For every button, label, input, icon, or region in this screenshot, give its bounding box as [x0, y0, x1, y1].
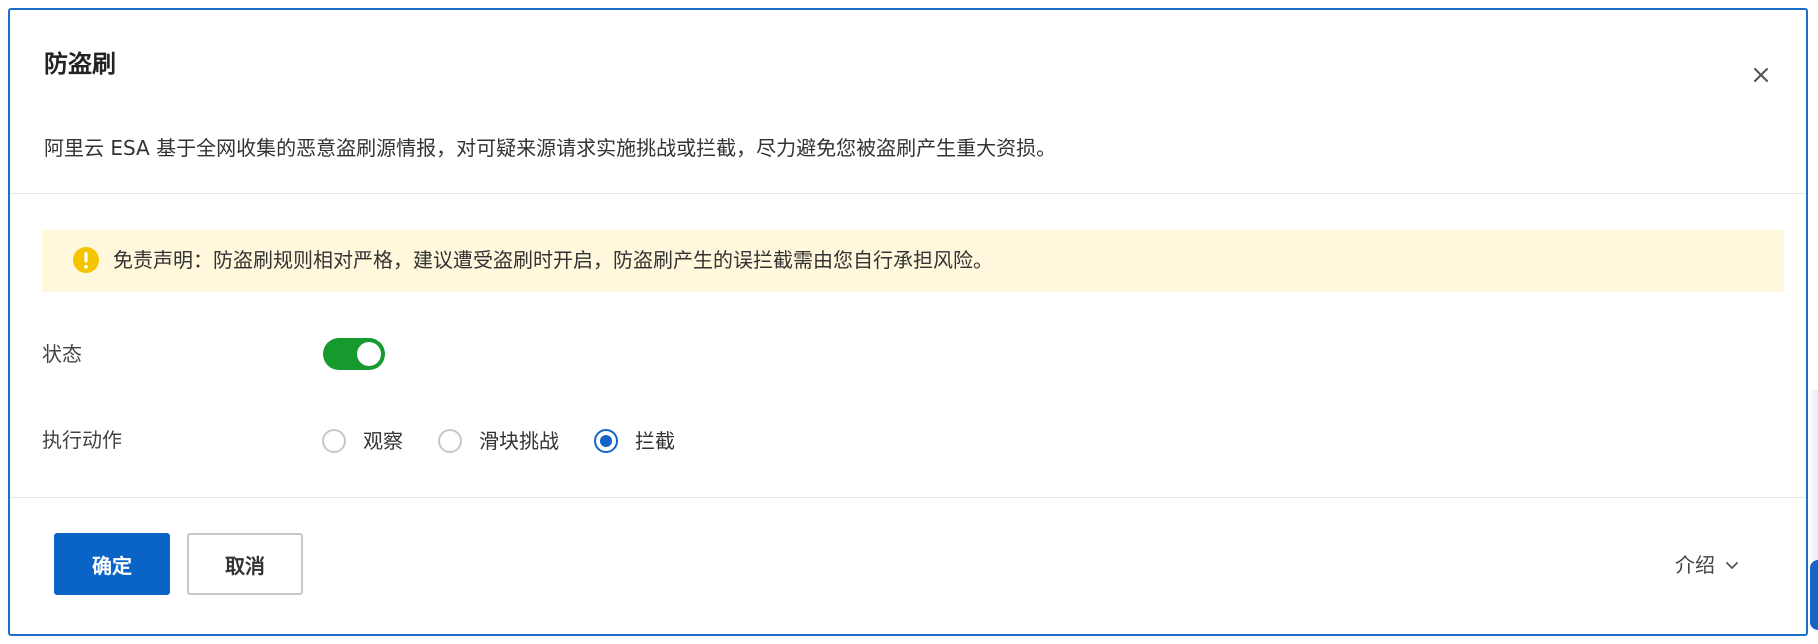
dialog-description: 阿里云 ESA 基于全网收集的恶意盗刷源情报，对可疑来源请求实施挑战或拦截，尽力… [44, 136, 1057, 160]
status-toggle[interactable] [323, 338, 385, 370]
radio-block[interactable] [594, 429, 618, 453]
action-label: 执行动作 [42, 428, 122, 452]
close-icon [1748, 62, 1774, 88]
cancel-button[interactable]: 取消 [187, 533, 303, 595]
confirm-button[interactable]: 确定 [54, 533, 170, 595]
radio-option-block[interactable]: 拦截 [594, 426, 675, 456]
close-button[interactable] [1748, 62, 1774, 88]
exclamation-circle-icon [72, 246, 100, 274]
radio-observe[interactable] [322, 429, 346, 453]
radio-label-observe: 观察 [363, 429, 403, 453]
toggle-knob [357, 342, 381, 366]
status-label: 状态 [42, 342, 82, 366]
intro-label: 介绍 [1675, 553, 1715, 577]
edge-shadow [1808, 390, 1818, 560]
radio-label-block: 拦截 [635, 429, 675, 453]
header-divider [10, 193, 1806, 194]
radio-label-slider-challenge: 滑块挑战 [479, 429, 559, 453]
chevron-down-icon [1723, 556, 1741, 574]
footer-divider [10, 497, 1806, 498]
radio-slider-challenge[interactable] [438, 429, 462, 453]
intro-toggle[interactable]: 介绍 [1675, 550, 1741, 580]
disclaimer-text: 免责声明：防盗刷规则相对严格，建议遭受盗刷时开启，防盗刷产生的误拦截需由您自行承… [113, 248, 993, 272]
anti-fraud-dialog: 防盗刷 阿里云 ESA 基于全网收集的恶意盗刷源情报，对可疑来源请求实施挑战或拦… [8, 8, 1808, 636]
radio-option-slider-challenge[interactable]: 滑块挑战 [438, 426, 559, 456]
floating-assistant-edge[interactable] [1810, 560, 1818, 630]
disclaimer-banner: 免责声明：防盗刷规则相对严格，建议遭受盗刷时开启，防盗刷产生的误拦截需由您自行承… [42, 230, 1784, 292]
dialog-title: 防盗刷 [44, 50, 116, 78]
radio-option-observe[interactable]: 观察 [322, 426, 403, 456]
